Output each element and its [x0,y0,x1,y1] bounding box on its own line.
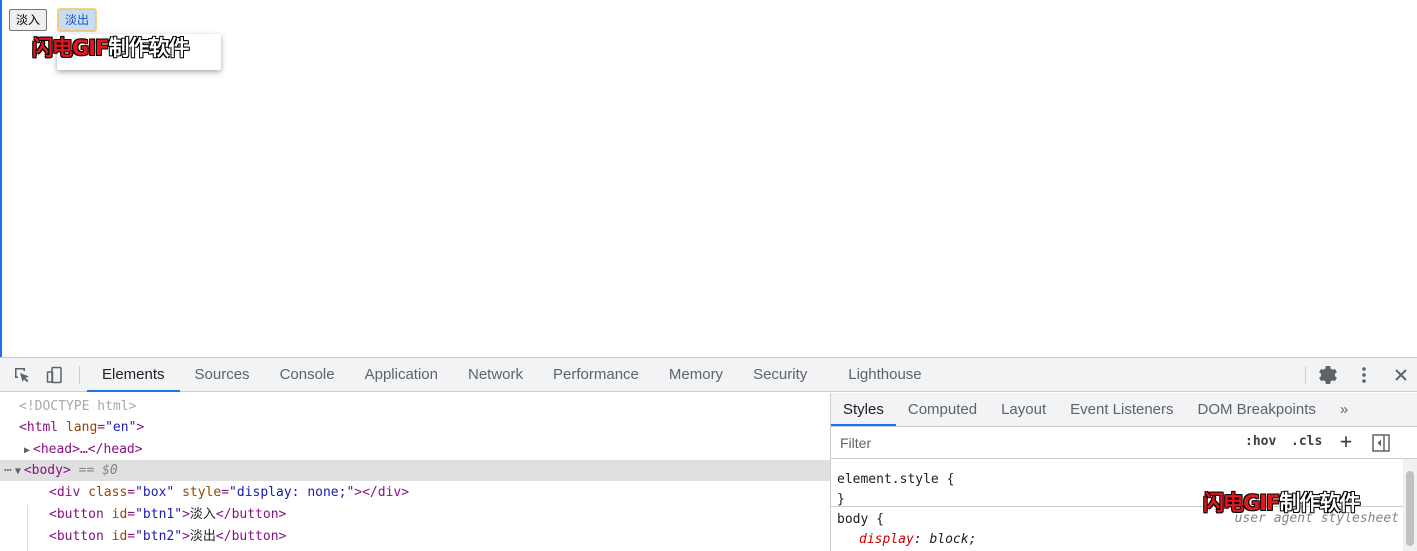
collapse-triangle-icon[interactable]: ▼ [12,461,24,482]
tab-lighthouse[interactable]: Lighthouse [833,358,936,392]
toggle-sidebar-icon[interactable] [1372,434,1390,455]
element-style-close: } [837,492,845,507]
element-style-selector[interactable]: element.style { [837,470,954,490]
scrollbar-thumb[interactable] [1406,471,1414,546]
watermark-bottom: 闪电GIF制作软件 [1203,491,1360,515]
tab-application[interactable]: Application [350,358,453,392]
watermark: 闪电GIF制作软件 [32,36,189,60]
tab-security[interactable]: Security [738,358,833,392]
toolbar-divider-right [1305,366,1306,384]
tab-network[interactable]: Network [453,358,538,392]
tab-elements[interactable]: Elements [87,358,180,392]
page-viewport: 淡入 淡出 闪电GIF制作软件 [0,0,1417,357]
tab-computed[interactable]: Computed [896,393,989,426]
styles-pane: Styles Computed Layout Event Listeners D… [830,393,1417,551]
watermark-bottom-white-text: 制作软件 [1279,491,1360,515]
tab-event-listeners[interactable]: Event Listeners [1058,393,1185,426]
indent-guide [27,505,28,551]
fade-in-button[interactable]: 淡入 [9,9,48,31]
body-display-property[interactable]: display: block; [859,530,976,550]
tab-layout[interactable]: Layout [989,393,1058,426]
tree-node-doctype[interactable]: <!DOCTYPE html> [0,396,830,417]
devtools-tabs: Elements Sources Console Application Net… [87,358,937,392]
tab-performance[interactable]: Performance [538,358,654,392]
styles-filter-row: :hov .cls + [831,427,1417,459]
styles-tabbar: Styles Computed Layout Event Listeners D… [831,393,1417,427]
watermark-red-text: 闪电GIF [32,36,109,60]
body-rule-selector[interactable]: body { [837,510,884,530]
styles-scrollbar[interactable] [1403,459,1417,551]
cls-toggle-button[interactable]: .cls [1291,434,1322,449]
tab-styles[interactable]: Styles [831,393,896,426]
expand-triangle-icon[interactable]: ▶ [21,440,33,461]
node-actions-icon[interactable]: ⋯ [4,463,12,478]
watermark-bottom-red-text: 闪电GIF [1203,491,1280,515]
styles-filter-input[interactable] [834,431,1234,455]
tree-node-head[interactable]: ▶ <head>…</head> [0,439,830,460]
tree-node-btn1[interactable]: <button id="btn1">淡入</button> [0,504,830,525]
devtools-tabbar: Elements Sources Console Application Net… [0,358,1417,392]
more-options-icon[interactable] [1354,365,1374,385]
close-devtools-icon[interactable] [1391,365,1411,385]
elements-tree: <!DOCTYPE html> <html lang="en"> ▶ <head>… [0,393,830,551]
tab-sources[interactable]: Sources [180,358,265,392]
tree-node-html[interactable]: <html lang="en"> [0,417,830,438]
watermark-white-text: 制作软件 [108,36,189,60]
tab-dom-breakpoints[interactable]: DOM Breakpoints [1186,393,1328,426]
tab-console[interactable]: Console [265,358,350,392]
fade-out-button[interactable]: 淡出 [56,8,98,32]
toolbar-divider [79,366,80,384]
inspect-element-icon[interactable] [12,365,32,385]
device-toolbar-icon[interactable] [45,365,65,385]
tree-node-body[interactable]: ⋯ ▼ <body> == $0 [0,460,830,481]
tab-memory[interactable]: Memory [654,358,738,392]
tree-node-div[interactable]: <div class="box" style="display: none;">… [0,482,830,503]
new-style-rule-button[interactable]: + [1340,429,1352,453]
more-tabs-chevron-icon[interactable]: » [1328,393,1360,426]
devtools-panel: Elements Sources Console Application Net… [0,357,1417,551]
hov-toggle-button[interactable]: :hov [1245,434,1276,449]
tree-node-btn2[interactable]: <button id="btn2">淡出</button> [0,526,830,547]
settings-gear-icon[interactable] [1318,365,1338,385]
